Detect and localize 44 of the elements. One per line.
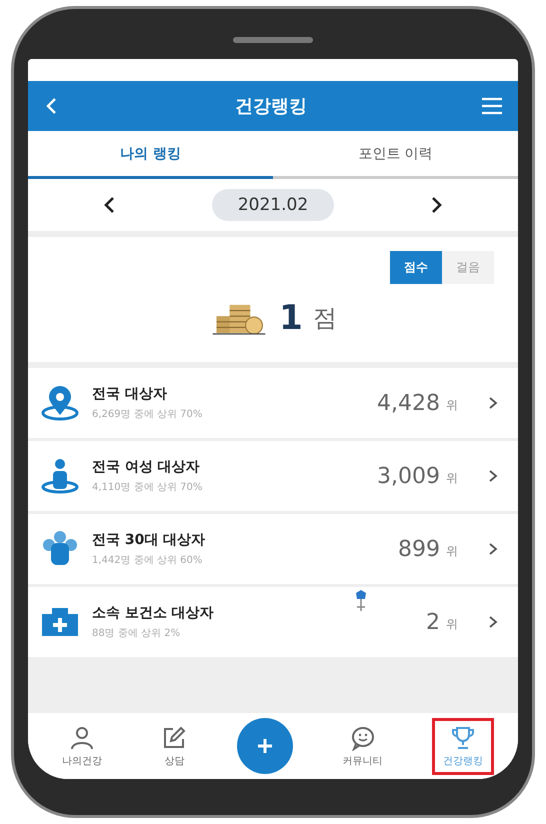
ranking-row[interactable]: 소속 보건소 대상자 88명 중에 상위 2% 2 위: [28, 587, 518, 657]
rank-value: 2: [426, 610, 440, 634]
nav-item[interactable]: 상담: [151, 718, 198, 774]
smiley-chat-icon: [350, 724, 376, 750]
ranking-subtitle: 88명 중에 상위 2%: [92, 627, 182, 640]
rank-value: 899: [398, 536, 440, 562]
location-pin-icon: [40, 385, 80, 421]
chevron-right-icon: [488, 542, 498, 556]
screen-title: 건강랭킹: [235, 95, 307, 118]
rank-value: 3,009: [377, 464, 440, 488]
edit-icon: [161, 724, 188, 750]
chevron-right-icon: [488, 469, 498, 483]
mode-toggle[interactable]: 점수: [390, 251, 442, 284]
rank-unit: 위: [446, 470, 458, 486]
ranking-row[interactable]: 전국 30대 대상자 1,442명 중에 상위 60% 899 위: [28, 514, 518, 584]
ranking-subtitle: 1,442명 중에 상위 60%: [92, 554, 204, 567]
ranking-row[interactable]: 전국 여성 대상자 4,110명 중에 상위 70% 3,009 위: [28, 441, 518, 511]
nav-item[interactable]: 나의건강: [52, 718, 112, 774]
rank-value: 4,428: [377, 390, 440, 416]
rank-unit: 위: [446, 616, 458, 632]
rank-unit: 위: [446, 542, 458, 560]
trophy-icon: [450, 724, 476, 750]
nav-item[interactable]: 건강랭킹: [432, 718, 494, 774]
person-icon: [68, 724, 95, 750]
ranking-title: 소속 보건소 대상자: [92, 604, 215, 622]
nav-item[interactable]: 커뮤니티: [332, 718, 393, 774]
ranking-title: 전국 여성 대상자: [92, 458, 201, 476]
rank-unit: 위: [446, 396, 458, 414]
person-icon: [40, 458, 80, 494]
score-unit: 점: [312, 303, 337, 334]
map-pin-icon: [354, 589, 368, 613]
chevron-right-icon: [488, 396, 498, 410]
people-group-icon: [40, 531, 80, 567]
ranking-row[interactable]: 전국 대상자 6,269명 중에 상위 70% 4,428 위: [28, 368, 518, 438]
ranking-subtitle: 4,110명 중에 상위 70%: [92, 481, 204, 494]
ranking-title: 전국 30대 대상자: [92, 531, 206, 549]
period-pill: 2021.02: [212, 189, 334, 221]
next-icon[interactable]: [430, 195, 444, 215]
ranking-title: 전국 대상자: [92, 385, 168, 403]
ranking-subtitle: 6,269명 중에 상위 70%: [92, 408, 204, 421]
menu-icon[interactable]: [480, 96, 504, 116]
score-value: 1: [279, 298, 303, 338]
chevron-right-icon: [488, 615, 498, 629]
previous-icon[interactable]: [102, 195, 116, 215]
